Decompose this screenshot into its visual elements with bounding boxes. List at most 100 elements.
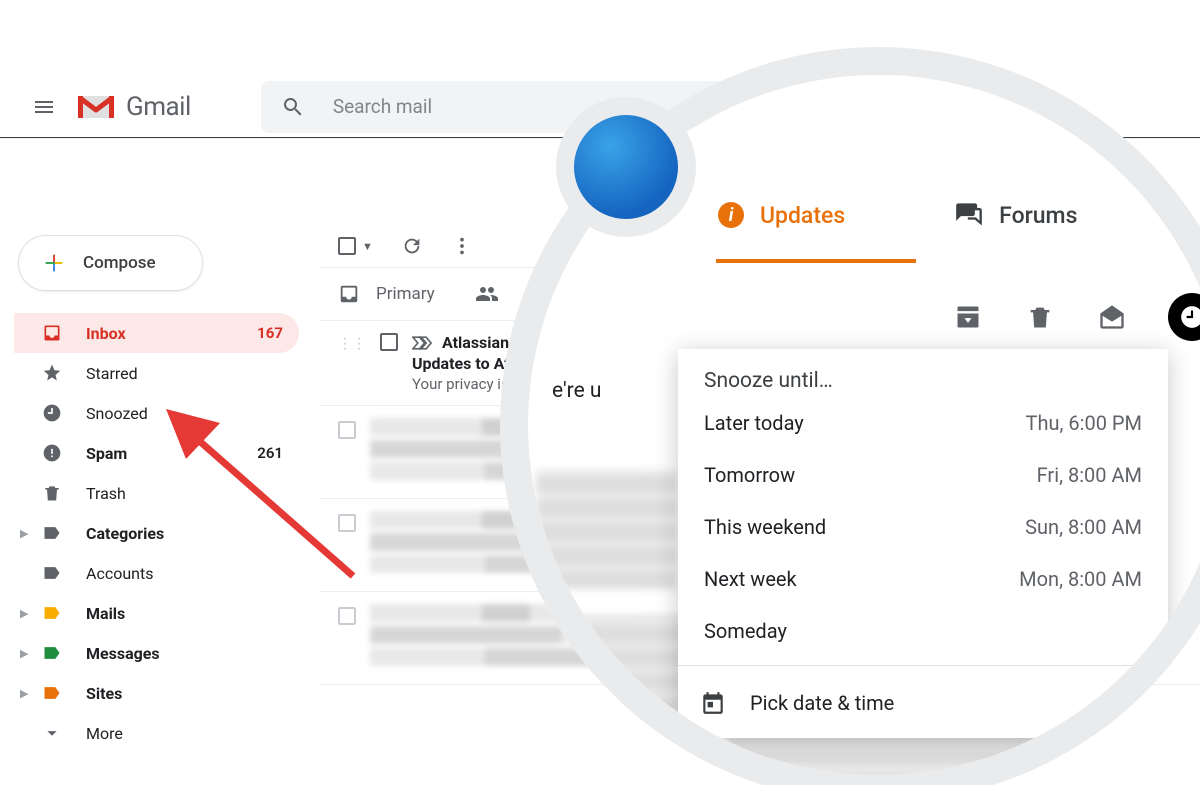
sidebar-item-inbox[interactable]: Inbox 167	[14, 313, 299, 353]
snooze-pick-date-time[interactable]: Pick date & time	[678, 674, 1168, 738]
chevron-down-icon	[40, 723, 64, 743]
more-actions-button[interactable]	[451, 235, 473, 257]
sidebar-item-trash[interactable]: Trash	[14, 473, 299, 513]
sidebar-label: Accounts	[86, 564, 153, 583]
active-tab-underline	[716, 259, 916, 263]
trash-icon	[1026, 303, 1054, 331]
sidebar-label: Starred	[86, 364, 138, 383]
snooze-option-time: Mon, 8:00 AM	[1019, 567, 1142, 591]
refresh-button[interactable]	[401, 235, 423, 257]
email-preview: Atlassian Updates to Atlass Your privacy…	[412, 333, 539, 393]
email-checkbox[interactable]	[338, 607, 356, 625]
sidebar: Compose Inbox 167 Starred Snoozed Spam 2…	[14, 235, 299, 753]
snooze-option-label: This weekend	[704, 515, 826, 539]
snooze-menu: Snooze until… Later today Thu, 6:00 PM T…	[678, 349, 1168, 738]
snooze-option-label: Tomorrow	[704, 463, 795, 487]
inbox-icon	[40, 323, 64, 343]
sidebar-label: Snoozed	[86, 404, 148, 423]
sidebar-label: Inbox	[86, 324, 126, 343]
checkbox-icon	[338, 237, 356, 255]
sidebar-count: 167	[257, 324, 283, 342]
snooze-option-this-weekend[interactable]: This weekend Sun, 8:00 AM	[678, 501, 1168, 553]
star-icon	[40, 363, 64, 383]
caret-icon: ▶	[20, 687, 28, 700]
snooze-option-tomorrow[interactable]: Tomorrow Fri, 8:00 AM	[678, 449, 1168, 501]
sidebar-item-mails[interactable]: ▶ Mails	[14, 593, 299, 633]
redacted-content	[728, 735, 1128, 775]
archive-icon	[954, 303, 982, 331]
snooze-option-time: Fri, 8:00 AM	[1037, 463, 1142, 487]
snooze-option-label: Someday	[704, 619, 787, 643]
chevron-down-icon: ▼	[362, 240, 373, 253]
snooze-menu-title: Snooze until…	[678, 369, 1168, 397]
partial-email-text: e're u	[552, 379, 602, 403]
sidebar-label: Categories	[86, 524, 164, 543]
refresh-icon	[401, 235, 423, 257]
sidebar-label: Spam	[86, 444, 127, 463]
sidebar-label: More	[86, 724, 123, 743]
tab-label: Forums	[999, 202, 1077, 229]
label-icon	[40, 643, 64, 663]
inbox-icon	[338, 283, 360, 305]
select-all-checkbox[interactable]: ▼	[338, 237, 373, 255]
magnified-tabs: i Updates Forums	[718, 201, 1198, 229]
sidebar-item-more[interactable]: More	[14, 713, 299, 753]
tab-forums[interactable]: Forums	[955, 201, 1077, 229]
compose-button[interactable]: Compose	[18, 235, 203, 291]
sidebar-label: Sites	[86, 684, 122, 703]
label-icon	[40, 683, 64, 703]
tab-primary[interactable]: Primary	[338, 283, 435, 305]
sidebar-item-spam[interactable]: Spam 261	[14, 433, 299, 473]
caret-icon: ▶	[20, 527, 28, 540]
sidebar-item-sites[interactable]: ▶ Sites	[14, 673, 299, 713]
mail-open-icon	[1098, 303, 1126, 331]
snooze-option-next-week[interactable]: Next week Mon, 8:00 AM	[678, 553, 1168, 605]
snooze-option-time: Thu, 6:00 PM	[1026, 411, 1142, 435]
archive-button[interactable]	[952, 301, 984, 333]
important-marker-icon	[412, 335, 432, 351]
info-icon: i	[718, 202, 744, 228]
magnified-row-actions	[952, 293, 1200, 341]
vertical-dots-icon	[451, 235, 473, 257]
caret-icon: ▶	[20, 607, 28, 620]
email-checkbox[interactable]	[338, 514, 356, 532]
sidebar-label: Trash	[86, 484, 126, 503]
label-icon	[40, 563, 64, 583]
sidebar-item-messages[interactable]: ▶ Messages	[14, 633, 299, 673]
tab-social[interactable]	[475, 282, 499, 306]
snooze-pick-label: Pick date & time	[750, 691, 894, 715]
tab-label: Updates	[760, 202, 845, 229]
snooze-button[interactable]	[1168, 293, 1200, 341]
gmail-logo[interactable]: Gmail	[76, 92, 191, 122]
snooze-option-someday[interactable]: Someday	[678, 605, 1168, 657]
search-placeholder: Search mail	[333, 95, 432, 118]
redacted-content	[536, 469, 676, 589]
snooze-option-later-today[interactable]: Later today Thu, 6:00 PM	[678, 397, 1168, 449]
clock-icon	[1179, 304, 1200, 330]
plus-icon	[43, 252, 65, 274]
sidebar-item-accounts[interactable]: Accounts	[14, 553, 299, 593]
caret-icon: ▶	[20, 647, 28, 660]
tab-updates[interactable]: i Updates	[718, 202, 845, 229]
search-icon	[281, 95, 305, 119]
snooze-option-label: Later today	[704, 411, 804, 435]
sidebar-item-starred[interactable]: Starred	[14, 353, 299, 393]
email-subject: Updates to Atlass	[412, 354, 539, 373]
sidebar-nav: Inbox 167 Starred Snoozed Spam 261 Trash	[14, 313, 299, 753]
sidebar-label: Mails	[86, 604, 125, 623]
hamburger-menu-button[interactable]	[20, 83, 68, 131]
menu-icon	[32, 95, 56, 119]
clock-icon	[40, 403, 64, 423]
email-sender: Atlassian	[442, 333, 509, 352]
mark-read-button[interactable]	[1096, 301, 1128, 333]
tab-label: Primary	[376, 284, 435, 304]
delete-button[interactable]	[1024, 301, 1056, 333]
email-checkbox[interactable]	[338, 421, 356, 439]
email-snippet: Your privacy is im	[412, 375, 539, 393]
trash-icon	[40, 483, 64, 503]
sidebar-item-snoozed[interactable]: Snoozed	[14, 393, 299, 433]
sidebar-item-categories[interactable]: ▶ Categories	[14, 513, 299, 553]
email-checkbox[interactable]	[380, 333, 398, 351]
drag-handle-icon[interactable]: ⋮⋮	[338, 333, 366, 352]
calendar-icon	[700, 690, 726, 716]
